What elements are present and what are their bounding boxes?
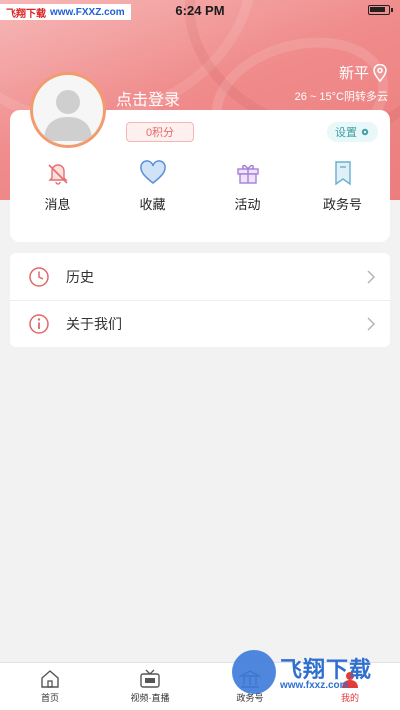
info-icon — [29, 314, 49, 334]
clock-icon — [29, 266, 49, 287]
points-badge[interactable]: 0积分 — [126, 122, 194, 142]
status-time: 6:24 PM — [175, 2, 225, 18]
login-link[interactable]: 点击登录 — [116, 86, 180, 110]
tab-label: 首页 — [40, 693, 59, 703]
menu-item-label: 历史 — [66, 268, 94, 285]
menu-item-history[interactable]: 历史 — [10, 253, 390, 300]
quick-action-label: 活动 — [234, 197, 261, 212]
chevron-right-icon — [367, 269, 376, 284]
quick-action-label: 收藏 — [139, 197, 166, 212]
gift-icon — [236, 164, 259, 184]
tab-label: 视频·直播 — [130, 693, 170, 703]
quick-action-label: 政务号 — [322, 197, 362, 212]
watermark-bottom: 飞翔下载 www.fxxz.com — [232, 648, 392, 698]
quick-action-gov-accounts[interactable]: 政务号 — [295, 160, 390, 226]
location-selector[interactable]: 新平 — [339, 62, 388, 83]
watermark-url: www.fxxz.com — [280, 680, 349, 691]
watermark-logo — [232, 650, 276, 694]
menu-list: 历史 关于我们 — [10, 253, 390, 347]
watermark-top: 飞翔下载 www.FXXZ.com — [0, 4, 131, 20]
quick-action-events[interactable]: 活动 — [200, 160, 295, 226]
city-name: 新平 — [338, 65, 369, 82]
watermark-text: 飞翔下载 — [6, 8, 46, 20]
menu-item-label: 关于我们 — [66, 316, 122, 332]
default-user-icon — [44, 90, 92, 141]
quick-action-label: 消息 — [44, 197, 71, 212]
tv-icon — [140, 669, 160, 688]
tab-home[interactable]: 首页 — [0, 663, 100, 710]
location-pin-icon — [373, 63, 387, 82]
bell-off-icon — [47, 164, 68, 185]
weather-info: 26 ~ 15°C阴转多云 — [294, 91, 388, 103]
home-icon — [41, 670, 59, 688]
quick-action-favorites[interactable]: 收藏 — [105, 160, 200, 226]
watermark-url: www.FXXZ.com — [50, 6, 125, 18]
settings-button[interactable]: 设置 — [327, 122, 378, 142]
bookmark-icon — [334, 161, 351, 186]
quick-actions: 消息 收藏 活动 政务号 — [10, 160, 390, 226]
chevron-right-icon — [367, 317, 376, 331]
menu-item-about[interactable]: 关于我们 — [10, 300, 390, 347]
battery-icon — [368, 5, 393, 15]
settings-label: 设置 — [335, 127, 357, 139]
gear-icon — [361, 128, 369, 136]
avatar[interactable] — [30, 72, 106, 148]
tab-video-live[interactable]: 视频·直播 — [100, 663, 200, 710]
quick-action-messages[interactable]: 消息 — [10, 160, 105, 226]
heart-icon — [139, 160, 166, 184]
